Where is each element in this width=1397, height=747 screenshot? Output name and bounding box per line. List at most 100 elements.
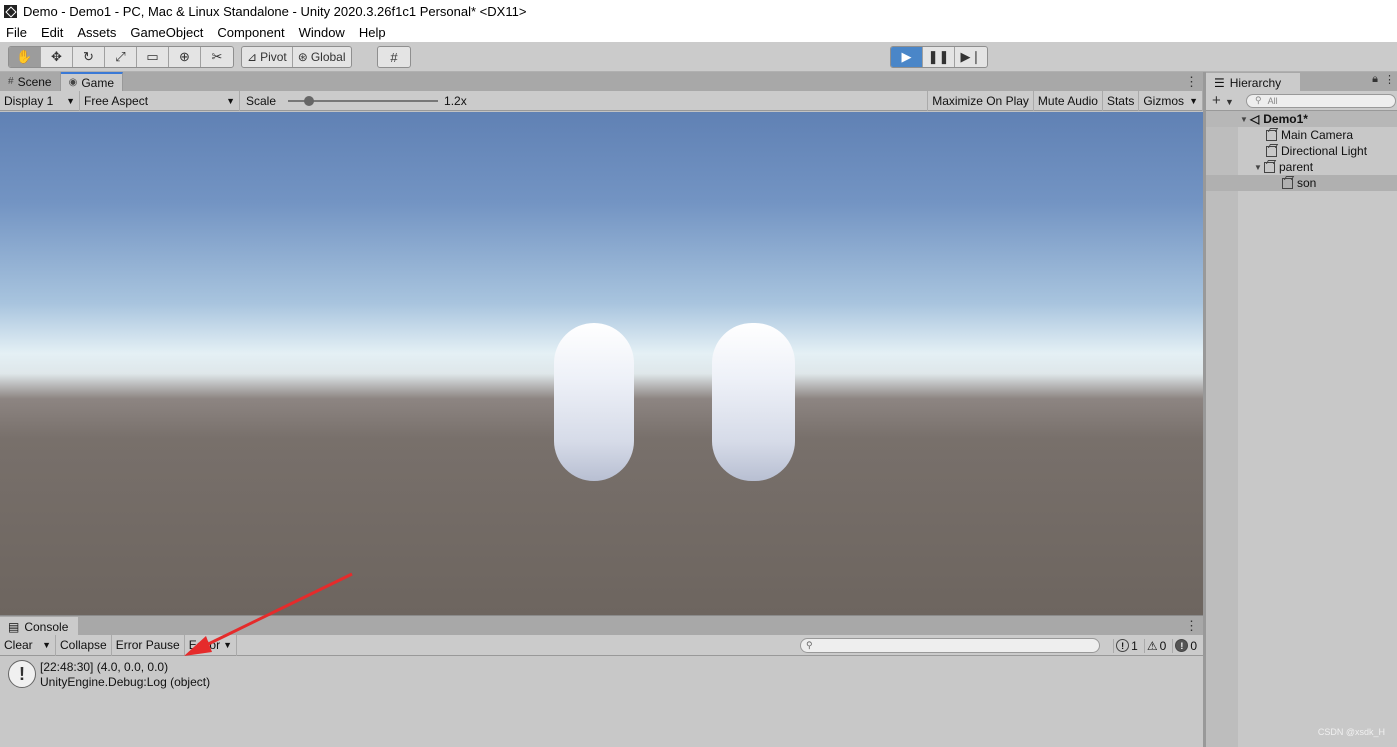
scale-tool-icon[interactable]: ⤢ bbox=[105, 47, 137, 67]
gameobject-cube-icon bbox=[1266, 145, 1277, 157]
play-button-icon[interactable]: ▶ bbox=[891, 47, 923, 67]
clear-label: Clear bbox=[4, 638, 33, 652]
hierarchy-search-input[interactable]: ⚲ All bbox=[1246, 93, 1396, 108]
global-button[interactable]: ⊛ Global bbox=[293, 47, 351, 67]
chevron-down-icon: ▼ bbox=[66, 95, 75, 106]
gizmos-dropdown[interactable]: Gizmos ▼ bbox=[1139, 90, 1203, 111]
aspect-label: Free Aspect bbox=[84, 93, 149, 108]
gameobject-cube-icon bbox=[1282, 177, 1293, 189]
game-panel-menu-icon[interactable]: ⋮ bbox=[1185, 74, 1198, 90]
scale-slider-knob[interactable] bbox=[304, 95, 315, 106]
hierarchy-item-main-camera[interactable]: Main Camera bbox=[1206, 127, 1397, 143]
mute-audio-toggle[interactable]: Mute Audio bbox=[1034, 90, 1103, 111]
pivot-icon: ⊿ bbox=[247, 50, 258, 64]
menu-assets[interactable]: Assets bbox=[77, 25, 116, 40]
tab-game[interactable]: ◉ Game bbox=[60, 72, 124, 91]
aspect-dropdown[interactable]: Free Aspect ▼ bbox=[80, 90, 240, 111]
hierarchy-tab-row: ☰ Hierarchy 🔒︎ ⋮ bbox=[1206, 72, 1397, 92]
pivot-label: Pivot bbox=[260, 50, 287, 64]
console-log-list: ! [22:48:30] (4.0, 0.0, 0.0) UnityEngine… bbox=[0, 656, 1203, 747]
gamepad-icon: ◉ bbox=[68, 77, 78, 88]
error-pause-toggle[interactable]: Error Pause bbox=[112, 634, 185, 656]
tab-scene[interactable]: # Scene bbox=[0, 72, 61, 91]
rect-tool-icon[interactable]: ▭ bbox=[137, 47, 169, 67]
collapse-toggle[interactable]: Collapse bbox=[56, 634, 112, 656]
step-button-icon[interactable]: ▶❘ bbox=[955, 47, 987, 67]
error-count: 0 bbox=[1190, 638, 1197, 653]
hierarchy-panel-menu-icon[interactable]: ⋮ bbox=[1384, 73, 1395, 86]
search-icon: ⚲ bbox=[1255, 95, 1262, 105]
globe-icon: ⊛ bbox=[297, 50, 308, 64]
item-label: parent bbox=[1279, 160, 1314, 174]
stats-toggle[interactable]: Stats bbox=[1103, 90, 1140, 111]
chevron-down-icon: ▼ bbox=[1189, 95, 1198, 106]
list-icon: ☰ bbox=[1214, 75, 1225, 90]
grid-snap-group: # bbox=[377, 46, 411, 68]
chevron-down-icon: ▼ bbox=[226, 95, 235, 106]
hierarchy-item-directional-light[interactable]: Directional Light bbox=[1206, 143, 1397, 159]
log-entry[interactable]: ! [22:48:30] (4.0, 0.0, 0.0) UnityEngine… bbox=[8, 660, 210, 690]
scene-row[interactable]: ▼ ◁ Demo1* bbox=[1206, 111, 1397, 127]
scale-control: Scale 1.2x bbox=[240, 91, 471, 111]
transform-tool-icon[interactable]: ⊕ bbox=[169, 47, 201, 67]
pause-button-icon[interactable]: ❚❚ bbox=[923, 47, 955, 67]
chevron-down-icon: ▼ bbox=[42, 640, 51, 650]
gameobject-cube-icon bbox=[1266, 129, 1277, 141]
gameobject-cube-icon bbox=[1264, 161, 1275, 173]
editor-label: Editor bbox=[188, 638, 221, 652]
maximize-on-play-toggle[interactable]: Maximize On Play bbox=[927, 90, 1034, 111]
scale-label: Scale bbox=[246, 93, 277, 108]
menu-help[interactable]: Help bbox=[359, 25, 386, 40]
menu-component[interactable]: Component bbox=[217, 25, 284, 40]
console-panel-menu-icon[interactable]: ⋮ bbox=[1185, 618, 1198, 634]
move-tool-icon[interactable]: ✥ bbox=[41, 47, 73, 67]
menu-edit[interactable]: Edit bbox=[41, 25, 63, 40]
tab-scene-label: Scene bbox=[17, 74, 52, 89]
console-tab-row: ▤ Console ⋮ bbox=[0, 615, 1203, 636]
hierarchy-gutter bbox=[1206, 111, 1238, 747]
menu-file[interactable]: File bbox=[6, 25, 27, 40]
game-toolbar: Display 1 ▼ Free Aspect ▼ Scale 1.2x Maxim… bbox=[0, 90, 1203, 111]
grid-snap-icon[interactable]: # bbox=[378, 47, 410, 67]
editor-dropdown[interactable]: Editor ▼ bbox=[185, 634, 238, 656]
expand-triangle-icon[interactable]: ▼ bbox=[1240, 115, 1250, 124]
tab-console[interactable]: ▤ Console bbox=[0, 617, 78, 636]
warning-count-toggle[interactable]: ⚠ 0 bbox=[1143, 638, 1168, 653]
log-message: [22:48:30] (4.0, 0.0, 0.0) bbox=[40, 660, 169, 674]
rotate-tool-icon[interactable]: ↻ bbox=[73, 47, 105, 67]
tab-hierarchy[interactable]: ☰ Hierarchy bbox=[1206, 73, 1300, 92]
scale-value: 1.2x bbox=[444, 93, 467, 108]
menu-window[interactable]: Window bbox=[299, 25, 345, 40]
log-count-toggle[interactable]: ! 1 bbox=[1113, 638, 1140, 653]
scale-slider[interactable] bbox=[288, 95, 439, 106]
display-dropdown[interactable]: Display 1 ▼ bbox=[0, 90, 80, 111]
collapse-label: Collapse bbox=[60, 638, 107, 652]
tab-game-label: Game bbox=[81, 75, 115, 90]
hierarchy-tree: ▼ ◁ Demo1* Main Camera Directional Light… bbox=[1206, 111, 1397, 747]
error-pause-label: Error Pause bbox=[115, 638, 180, 652]
main-toolbar: ✋ ✥ ↻ ⤢ ▭ ⊕ ✂ ⊿ Pivot ⊛ Global # ▶ ❚❚ ▶❘ bbox=[0, 42, 1397, 72]
view-tabs: # Scene ◉ Game ⋮ bbox=[0, 72, 1203, 91]
hierarchy-item-son[interactable]: son bbox=[1206, 175, 1397, 191]
stats-label: Stats bbox=[1106, 93, 1135, 108]
window-title: Demo - Demo1 - PC, Mac & Linux Standalon… bbox=[23, 3, 527, 19]
pivot-button[interactable]: ⊿ Pivot bbox=[242, 47, 293, 67]
custom-tool-icon[interactable]: ✂ bbox=[201, 47, 233, 67]
expand-triangle-icon[interactable]: ▼ bbox=[1254, 163, 1264, 172]
global-label: Global bbox=[310, 50, 346, 64]
hand-tool-icon[interactable]: ✋ bbox=[9, 47, 41, 67]
error-count-toggle[interactable]: ! 0 bbox=[1172, 638, 1199, 653]
add-object-button[interactable]: + ▼ bbox=[1212, 92, 1246, 109]
menu-bar: File Edit Assets GameObject Component Wi… bbox=[0, 22, 1397, 42]
unity-scene-icon: ◁ bbox=[1250, 112, 1260, 126]
menu-gameobject[interactable]: GameObject bbox=[130, 25, 203, 40]
unity-logo-icon bbox=[4, 4, 17, 18]
lock-icon[interactable]: 🔒︎ bbox=[1372, 73, 1378, 86]
title-bar: Demo - Demo1 - PC, Mac & Linux Standalon… bbox=[0, 0, 1397, 22]
capsule-object bbox=[554, 323, 634, 481]
game-viewport[interactable] bbox=[0, 112, 1203, 615]
console-search-input[interactable]: ⚲ bbox=[800, 638, 1100, 653]
log-stacktrace: UnityEngine.Debug:Log (object) bbox=[40, 675, 211, 689]
clear-button[interactable]: Clear ▼ bbox=[0, 634, 56, 656]
hierarchy-item-parent[interactable]: ▼ parent bbox=[1206, 159, 1397, 175]
